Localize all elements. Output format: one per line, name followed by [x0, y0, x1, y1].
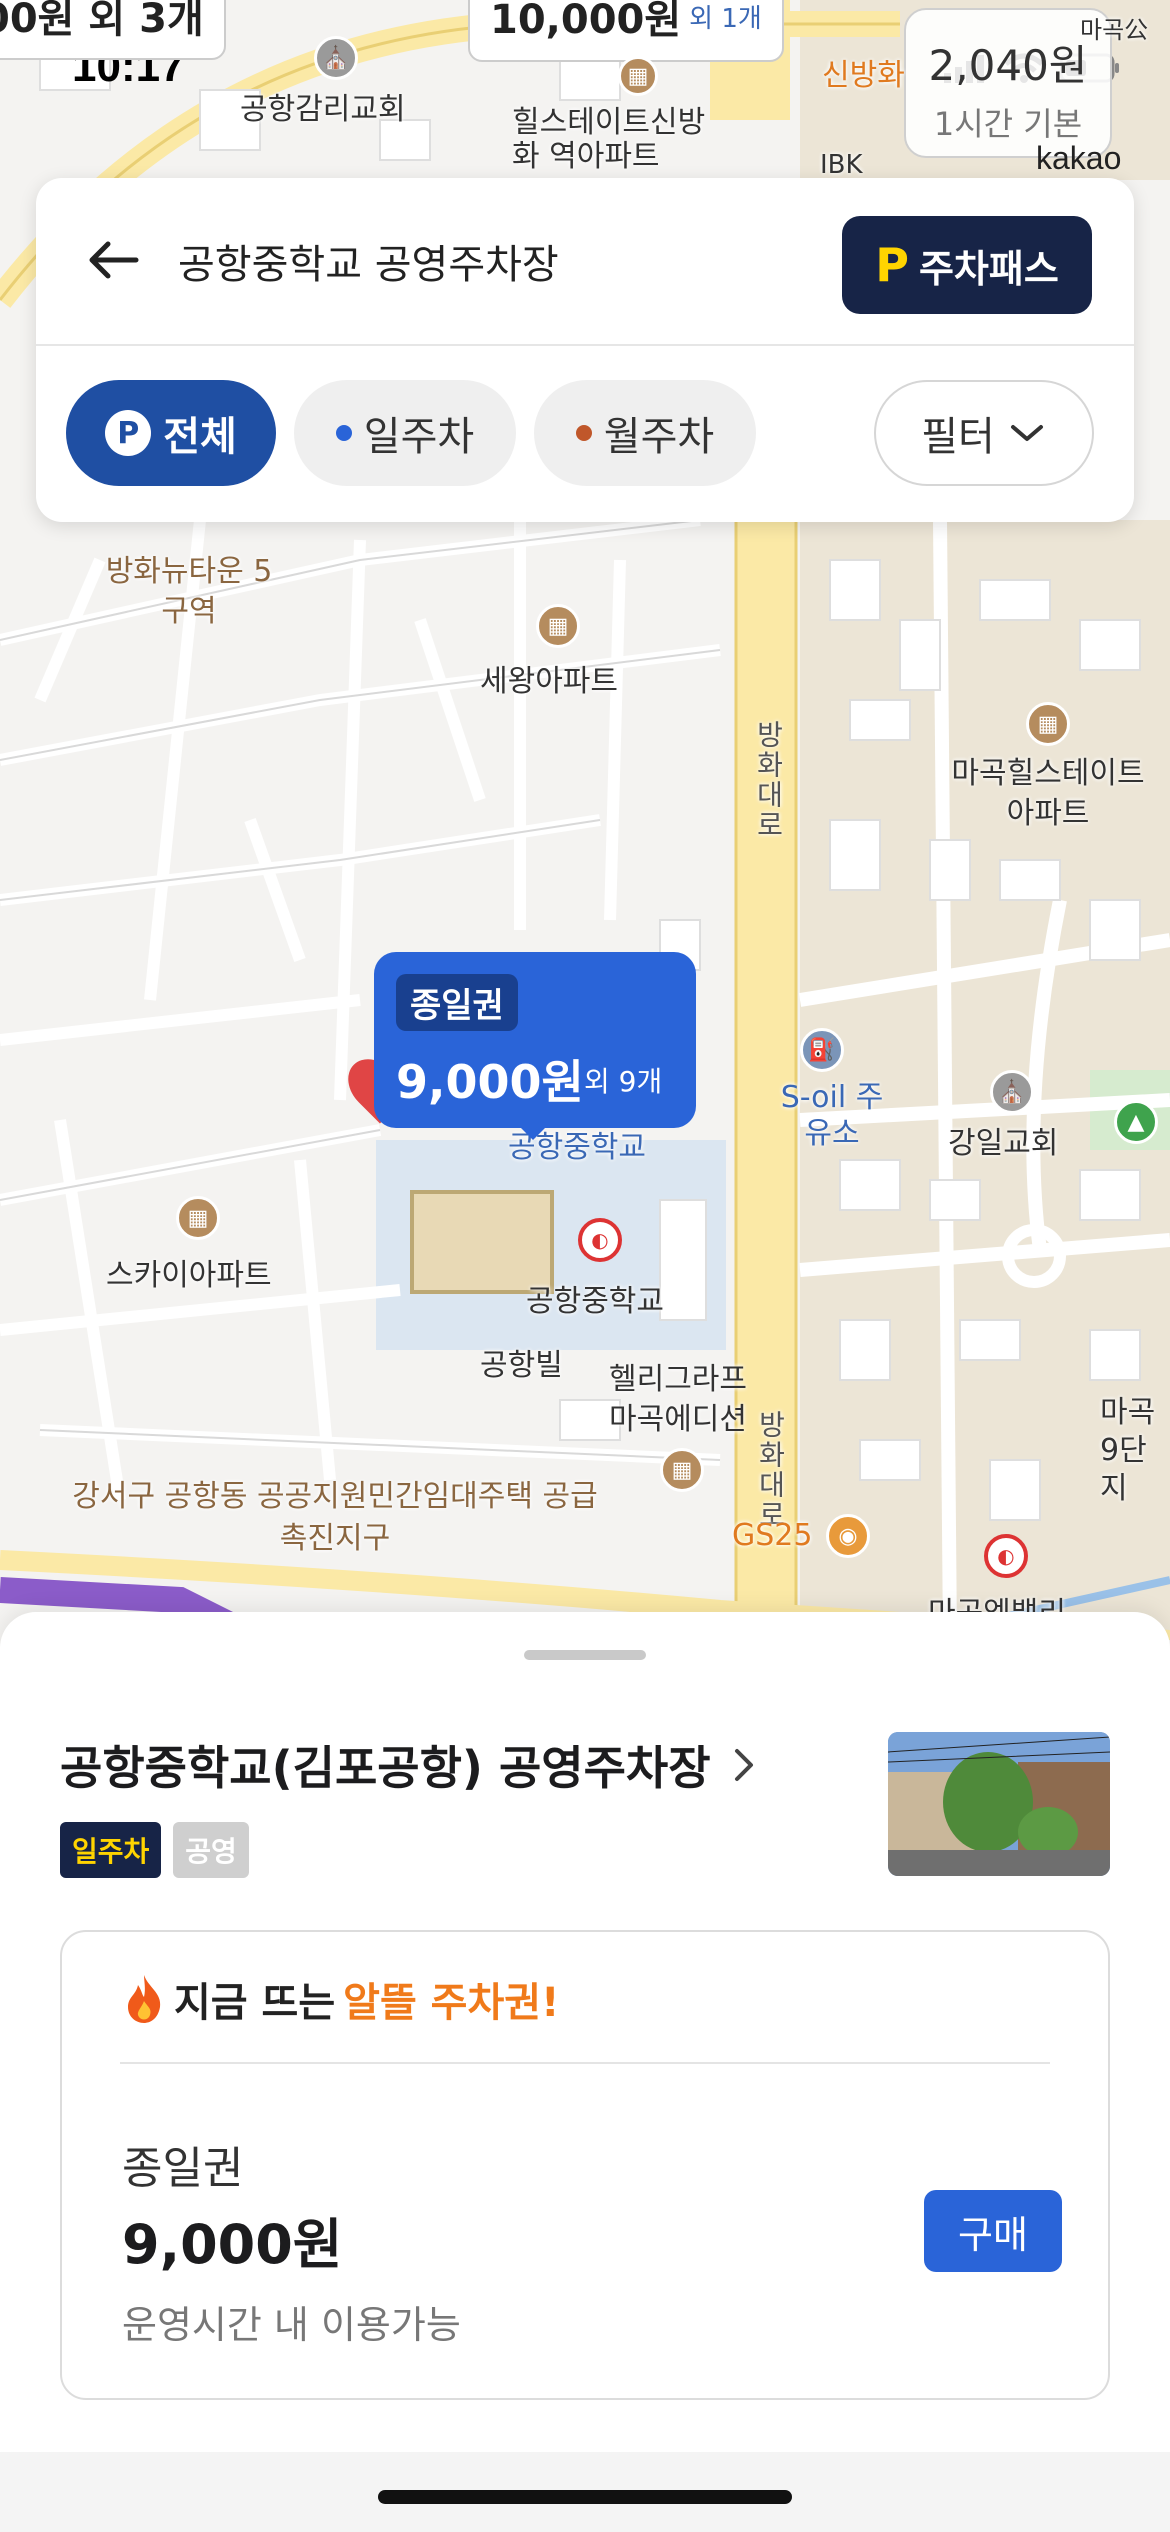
map-label-road: 방화대로	[752, 720, 785, 840]
lot-photo-image	[888, 1732, 1110, 1876]
map-label-ibk: IBK	[820, 150, 863, 180]
map-label-church1: 공항감리교회	[240, 92, 406, 127]
map-label-magok-hill: 마곡힐스테이트 아파트	[951, 756, 1145, 831]
selected-price-marker[interactable]: 종일권 9,000원 외 9개	[374, 952, 696, 1128]
ticket-name: 종일권	[122, 2143, 244, 2194]
apartment-icon: ▦	[1026, 702, 1070, 746]
filter-chip-all[interactable]: P 전체	[66, 380, 276, 486]
fire-icon	[128, 1975, 161, 2023]
map-label-school: 공항중학교	[526, 1284, 664, 1319]
ticket-card: 지금 뜨는 알뜰 주차권! 종일권 9,000원 운영시간 내 이용가능 구매	[60, 1930, 1110, 2400]
map-label-helli: 헬리그라프 마곡에디션	[609, 1362, 747, 1437]
tag-day-parking: 일주차	[60, 1822, 162, 1878]
apartment-icon: ▦	[536, 604, 580, 648]
park-icon: ▲	[1114, 1100, 1158, 1144]
parking-p-icon: P	[875, 238, 909, 292]
home-indicator[interactable]	[378, 2490, 792, 2504]
marker-more: 외 9개	[584, 1065, 663, 1098]
parking-pass-label: 주차패스	[918, 246, 1059, 291]
map-label-road2: 방화대로	[754, 1410, 787, 1530]
kakao-logo: kakao	[1036, 140, 1122, 176]
filter-chip-day[interactable]: 일주차	[294, 380, 516, 486]
map-label-hillstate: 힐스테이트신방화 역아파트	[512, 105, 706, 174]
map-label-gangseo: 강서구 공항동 공공지원민간임대주택 공급촉진지구	[72, 1479, 598, 1556]
tag-public: 공영	[173, 1822, 249, 1878]
ticket-price: 9,000원	[122, 2213, 343, 2276]
map-label-soil: S-oil 주유소	[780, 1080, 884, 1151]
map-label-banghwa-newtown: 방화뉴타운 5구역	[105, 554, 273, 629]
marker-tail	[519, 1126, 547, 1140]
filter-chip-all-label: 전체	[163, 414, 237, 460]
map-price-marker-corner[interactable]: 00원 외 3개	[0, 0, 226, 60]
church-icon: ⛪	[314, 36, 358, 80]
filter-chip-month[interactable]: 월주차	[534, 380, 756, 486]
search-row: 공항중학교 공영주차장 P 주차패스	[36, 178, 1134, 346]
top-marker-more: 외 1개	[689, 3, 762, 34]
church-icon: ⛪	[990, 1070, 1034, 1114]
search-card: 공항중학교 공영주차장 P 주차패스 P 전체 일주차 월주차 필터	[36, 178, 1134, 522]
map-price-marker-top[interactable]: 10,000원 외 1개	[468, 0, 784, 62]
promo-accent: 알뜰 주차권!	[343, 1980, 560, 2026]
map-label-sinbang: 신방화	[822, 58, 905, 93]
map-label-magok-9: 마곡 9단지	[1100, 1395, 1156, 1506]
map-label-gangil: 강일교회	[948, 1126, 1059, 1161]
parking-p-icon: P	[105, 410, 152, 456]
month-dot-icon	[575, 425, 592, 441]
apartment-icon: ▦	[660, 1448, 704, 1492]
school-icon: ◐	[578, 1218, 622, 1262]
lot-photo[interactable]	[888, 1732, 1110, 1876]
lot-title: 공항중학교(김포공항) 공영주차장	[60, 1741, 711, 1795]
map-label-magok-top: 마곡公	[1080, 16, 1149, 44]
apartment-icon: ▦	[176, 1196, 220, 1240]
filter-button-label: 필터	[921, 414, 995, 460]
promo-prefix: 지금 뜨는	[174, 1980, 336, 2026]
marker-ticket-tag: 종일권	[396, 974, 518, 1031]
promo-heading: 지금 뜨는 알뜰 주차권!	[122, 1970, 559, 2028]
sheet-grabber[interactable]	[524, 1650, 646, 1660]
top-marker-price: 10,000원	[490, 0, 682, 43]
map-label-sewang: 세왕아파트	[480, 664, 618, 699]
ticket-divider	[120, 2062, 1050, 2064]
chevron-down-icon	[1010, 425, 1043, 441]
chevron-right-icon	[734, 1749, 753, 1781]
search-input[interactable]: 공항중학교 공영주차장	[178, 232, 559, 290]
day-dot-icon	[335, 425, 352, 441]
buy-button[interactable]: 구매	[924, 2190, 1062, 2272]
school-icon: ◐	[984, 1534, 1028, 1578]
ticket-note: 운영시간 내 이용가능	[122, 2303, 461, 2347]
filter-chip-day-label: 일주차	[363, 414, 475, 460]
marker-price: 9,000원	[396, 1055, 584, 1109]
map-label-gs25: GS25	[732, 1518, 813, 1553]
bottom-sheet[interactable]: 공항중학교(김포공항) 공영주차장 일주차 공영 지금 뜨는 알뜰 주차권! 종…	[0, 1612, 1170, 2532]
corner-marker-text: 00원 외 3개	[0, 0, 204, 42]
filter-button[interactable]: 필터	[874, 380, 1094, 486]
filter-chips: P 전체 일주차 월주차 필터	[36, 346, 1134, 522]
map-label-sky: 스카이아파트	[106, 1258, 272, 1293]
chip-desc: 1시간 기본	[933, 105, 1083, 143]
lot-tags: 일주차 공영	[60, 1822, 249, 1878]
gas-station-icon: ⛽	[800, 1028, 844, 1072]
filter-chip-month-label: 월주차	[603, 414, 715, 460]
convenience-store-icon: ◉	[826, 1514, 870, 1558]
back-arrow-icon[interactable]	[82, 228, 146, 292]
apartment-icon: ▦	[618, 56, 658, 96]
map-label-gonghangbil: 공항빌	[480, 1348, 563, 1383]
lot-title-link[interactable]: 공항중학교(김포공항) 공영주차장	[60, 1732, 757, 1798]
parking-pass-button[interactable]: P 주차패스	[842, 216, 1092, 314]
